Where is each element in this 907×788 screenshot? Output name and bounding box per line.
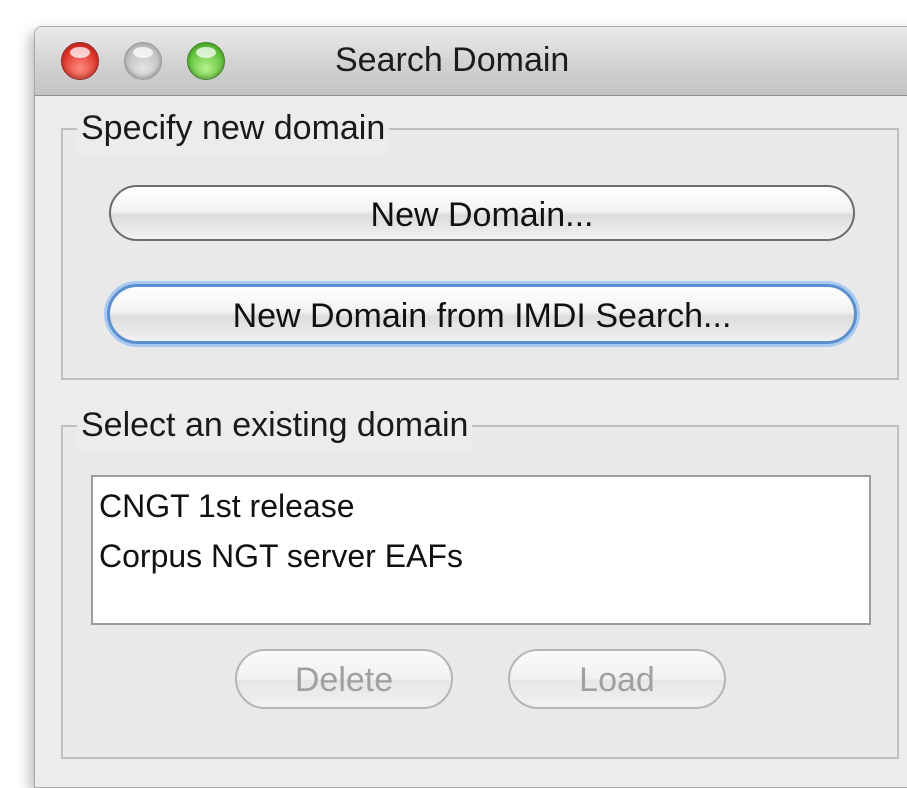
list-item[interactable]: Corpus NGT server EAFs [93,531,869,581]
load-button[interactable]: Load [508,649,726,709]
new-domain-button[interactable]: New Domain... [109,185,855,241]
list-item[interactable]: CNGT 1st release [93,481,869,531]
specify-new-domain-group: Specify new domain New Domain... New Dom… [61,102,899,380]
select-existing-domain-group: Select an existing domain CNGT 1st relea… [61,399,899,759]
zoom-window-icon[interactable] [187,42,225,80]
close-window-icon[interactable] [61,42,99,80]
domain-list[interactable]: CNGT 1st release Corpus NGT server EAFs [91,475,871,625]
specify-new-domain-legend: Specify new domain [77,102,390,154]
select-existing-domain-legend: Select an existing domain [77,399,473,451]
window-title: Search Domain [335,41,570,79]
title-bar[interactable]: Search Domain [35,27,907,96]
search-domain-window: Search Domain Specify new domain New Dom… [34,26,907,788]
delete-button[interactable]: Delete [235,649,453,709]
new-domain-from-imdi-search-button[interactable]: New Domain from IMDI Search... [107,284,857,344]
minimize-window-icon[interactable] [124,42,162,80]
